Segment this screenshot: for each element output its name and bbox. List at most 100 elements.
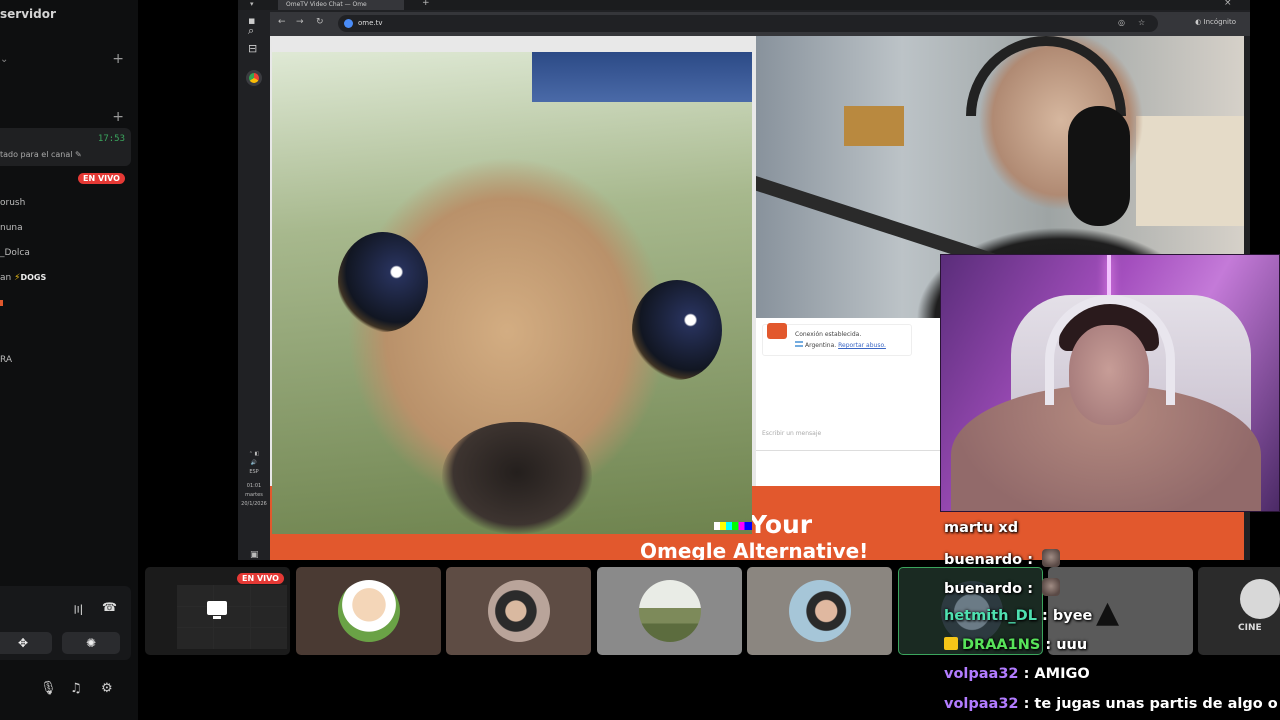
close-window-icon[interactable]: × <box>1224 0 1232 8</box>
chat-message: martu xd <box>944 520 1018 536</box>
browser-side-panel: ▪ ⌕ ⊟ ⌃ ◧ 🔊 ESP 01:01 martes 20/1/2026 ▣ <box>238 10 270 560</box>
connection-text: Conexión establecida. <box>795 331 862 338</box>
chat-user: buenardo <box>944 552 1023 568</box>
chevron-down-icon[interactable]: ⌄ <box>0 54 8 65</box>
activities-button[interactable]: ✥ <box>0 632 52 654</box>
gear-icon[interactable]: ⚙ <box>101 681 113 696</box>
dog-eye-right <box>632 280 722 380</box>
soundboard-icon[interactable]: 〣 <box>72 601 84 618</box>
chat-separator: : <box>1022 581 1039 597</box>
volume-icon[interactable]: 🔊 <box>238 459 270 468</box>
participant-tile[interactable] <box>446 567 591 655</box>
member-item[interactable]: orush <box>0 198 25 208</box>
dog-eye-left <box>338 232 428 332</box>
chat-text: uuu <box>1056 637 1088 653</box>
connection-message: Conexión establecida. Argentina. Reporta… <box>762 323 912 356</box>
address-bar[interactable]: ome.tv <box>338 15 1158 32</box>
status-dot <box>0 300 3 306</box>
add-channel-icon-2[interactable]: + <box>112 109 124 125</box>
server-title[interactable]: servidor <box>0 7 56 21</box>
notifications-icon[interactable]: ▣ <box>250 550 259 560</box>
incognito-indicator[interactable]: ◐ Incógnito <box>1195 18 1236 26</box>
member-item[interactable]: nuna <box>0 223 23 233</box>
streamer-webcam <box>940 254 1280 512</box>
chat-message: buenardo : <box>944 578 1061 597</box>
headphones-icon[interactable]: ♫ <box>70 681 82 696</box>
chat-user: DRAA1NS <box>962 637 1041 653</box>
member-item-dogs[interactable]: an ⚡DOGS <box>0 273 46 283</box>
back-icon[interactable]: ← <box>278 17 286 27</box>
tab-ometv[interactable]: OmeTV Video Chat — Ome <box>278 0 404 10</box>
status-time: 17:53 <box>97 134 125 144</box>
chat-separator: : <box>1022 552 1039 568</box>
discord-sidebar: servidor ⌄ + + 17:53 tado para el canal … <box>0 0 138 720</box>
tray-date: 20/1/2026 <box>241 501 267 507</box>
participant-tile[interactable] <box>747 567 892 655</box>
avatar <box>488 580 550 642</box>
chat-message: buenardo : <box>944 549 1061 568</box>
argentina-flag-icon <box>795 341 803 347</box>
star-icon[interactable]: ☆ <box>1138 18 1145 27</box>
microphone-icon[interactable]: 🎙 <box>40 681 57 696</box>
search-icon[interactable]: ⌕ <box>248 24 254 38</box>
report-abuse-link[interactable]: Reportar abuso. <box>838 342 886 349</box>
chat-message: DRAA1NS : uuu <box>944 637 1087 653</box>
chat-user: hetmith_DL <box>944 608 1037 624</box>
chat-message: hetmith_DL : byee <box>944 608 1092 624</box>
tab-search-icon[interactable]: ▾ <box>250 0 254 8</box>
tab-strip: ▾ OmeTV Video Chat — Ome + × <box>238 0 1250 10</box>
video-sky <box>532 52 752 102</box>
voice-status-card[interactable]: 17:53 tado para el canal ✎ <box>0 128 131 166</box>
soundboard-button[interactable]: ✺ <box>62 632 120 654</box>
stranger-video <box>272 52 752 534</box>
message-input[interactable]: Escribir un mensaje <box>762 430 821 437</box>
status-text: tado para el canal ✎ <box>0 150 82 159</box>
chat-user: buenardo <box>944 581 1023 597</box>
new-tab-icon[interactable]: + <box>422 0 430 8</box>
stream-chat: martu xd buenardo : buenardo : hetmith_D… <box>944 514 1280 720</box>
url-text: ome.tv <box>358 19 383 27</box>
chat-separator: : <box>1040 637 1057 653</box>
live-badge: EN VIVO <box>78 173 125 184</box>
emote-icon <box>1042 549 1061 567</box>
reload-icon[interactable]: ↻ <box>316 17 324 27</box>
pencil-icon[interactable]: ✎ <box>75 150 82 159</box>
monitor-icon <box>207 601 227 615</box>
tray-time: 01:01 <box>246 483 262 489</box>
color-bars <box>714 522 752 530</box>
input-divider <box>756 450 944 451</box>
tray-lang[interactable]: ESP <box>238 468 270 477</box>
chat-separator: : <box>1018 696 1035 712</box>
chat-user: volpaa32 <box>944 696 1019 712</box>
ometv-logo-icon <box>767 323 787 339</box>
dogs-tag: DOGS <box>20 273 47 282</box>
monitor-stand <box>213 616 221 619</box>
tile-live-badge: EN VIVO <box>237 573 284 584</box>
screen-share-preview <box>177 585 287 649</box>
screen-share-tile[interactable]: EN VIVO <box>145 567 290 655</box>
participant-tile[interactable] <box>296 567 441 655</box>
tray-icons[interactable]: ⌃ ◧ <box>238 450 270 459</box>
disconnect-icon[interactable]: ☎ <box>102 600 117 614</box>
video-microphone <box>1068 106 1130 226</box>
system-tray: ⌃ ◧ 🔊 ESP 01:01 martes 20/1/2026 <box>238 450 270 509</box>
chat-user: volpaa32 <box>944 666 1019 682</box>
member-item[interactable]: RA <box>0 355 12 365</box>
participant-tile[interactable] <box>597 567 742 655</box>
chat-separator: : <box>1018 666 1035 682</box>
member-item[interactable]: _Dolca <box>0 248 30 258</box>
forward-icon[interactable]: → <box>296 17 304 27</box>
crown-badge-icon <box>944 637 958 650</box>
member-item-label: an <box>0 273 12 283</box>
add-channel-icon[interactable]: + <box>112 51 124 67</box>
voice-controls: 〣 ☎ ✥ ✺ <box>0 586 131 660</box>
task-view-icon[interactable]: ⊟ <box>248 42 257 55</box>
avatar <box>639 580 701 642</box>
dog-nose <box>442 422 592 534</box>
eye-off-icon[interactable]: ◎ <box>1118 18 1125 27</box>
chrome-icon[interactable] <box>246 70 262 86</box>
country-line: Argentina. Reportar abuso. <box>795 340 907 351</box>
site-info-icon[interactable] <box>344 19 353 28</box>
party-icon: ✺ <box>85 636 97 650</box>
screen: servidor ⌄ + + 17:53 tado para el canal … <box>0 0 1280 720</box>
